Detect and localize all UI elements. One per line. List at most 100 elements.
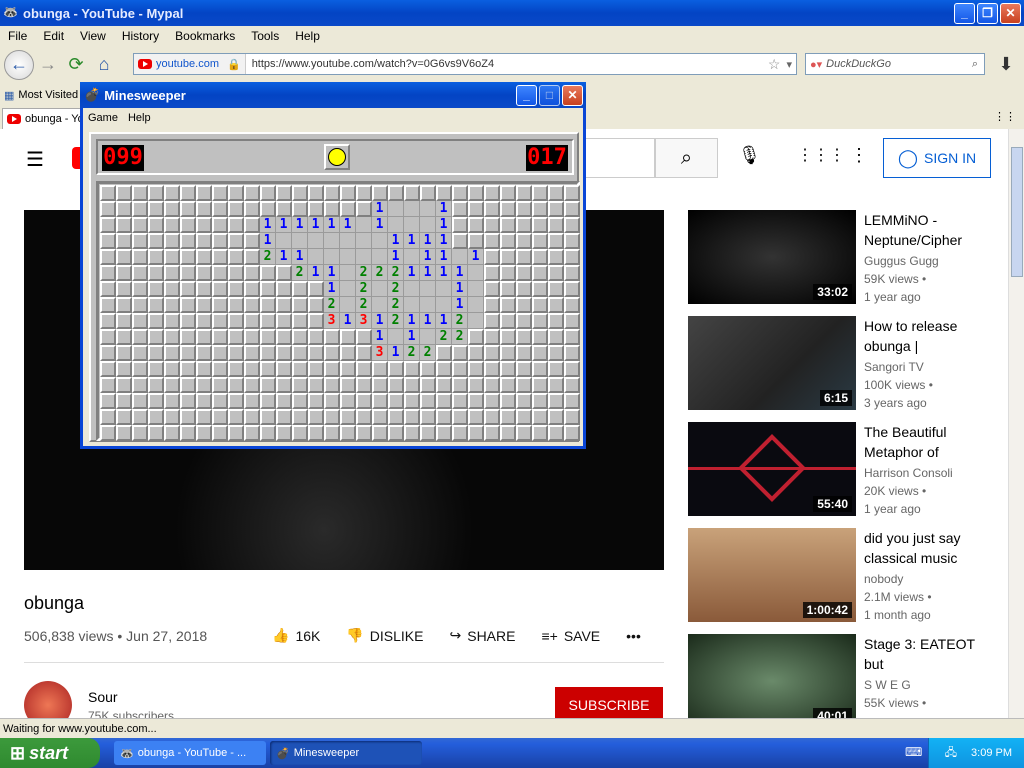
hidden-cell[interactable] — [212, 249, 228, 265]
hidden-cell[interactable] — [100, 361, 116, 377]
hidden-cell[interactable] — [308, 361, 324, 377]
hidden-cell[interactable] — [356, 201, 372, 217]
most-visited-bookmark[interactable]: Most Visited — [18, 89, 78, 101]
hidden-cell[interactable] — [244, 425, 260, 441]
hidden-cell[interactable] — [292, 297, 308, 313]
hidden-cell[interactable] — [116, 201, 132, 217]
hidden-cell[interactable] — [196, 233, 212, 249]
hidden-cell[interactable] — [132, 329, 148, 345]
revealed-cell[interactable] — [420, 297, 436, 313]
hidden-cell[interactable] — [548, 425, 564, 441]
hidden-cell[interactable] — [228, 233, 244, 249]
hidden-cell[interactable] — [388, 361, 404, 377]
revealed-cell[interactable]: 1 — [436, 233, 452, 249]
hidden-cell[interactable] — [180, 361, 196, 377]
video-thumbnail[interactable]: 33:02 — [688, 210, 856, 304]
hidden-cell[interactable] — [324, 329, 340, 345]
hidden-cell[interactable] — [148, 393, 164, 409]
hidden-cell[interactable] — [516, 329, 532, 345]
revealed-cell[interactable] — [420, 201, 436, 217]
search-box[interactable]: ●▾ DuckDuckGo ⌕ — [805, 53, 985, 75]
revealed-cell[interactable]: 1 — [276, 217, 292, 233]
hidden-cell[interactable] — [260, 201, 276, 217]
hidden-cell[interactable] — [212, 393, 228, 409]
hidden-cell[interactable] — [276, 297, 292, 313]
hidden-cell[interactable] — [532, 425, 548, 441]
hidden-cell[interactable] — [468, 185, 484, 201]
hidden-cell[interactable] — [228, 361, 244, 377]
hidden-cell[interactable] — [452, 361, 468, 377]
revealed-cell[interactable] — [340, 265, 356, 281]
hidden-cell[interactable] — [244, 217, 260, 233]
hidden-cell[interactable] — [308, 201, 324, 217]
hidden-cell[interactable] — [436, 425, 452, 441]
hidden-cell[interactable] — [340, 377, 356, 393]
hidden-cell[interactable] — [100, 393, 116, 409]
hidden-cell[interactable] — [564, 329, 580, 345]
hidden-cell[interactable] — [324, 345, 340, 361]
page-scrollbar[interactable] — [1008, 129, 1024, 718]
hidden-cell[interactable] — [132, 297, 148, 313]
hidden-cell[interactable] — [452, 425, 468, 441]
hidden-cell[interactable] — [356, 361, 372, 377]
revealed-cell[interactable]: 1 — [372, 201, 388, 217]
hidden-cell[interactable] — [228, 409, 244, 425]
rec-channel[interactable]: Sangori TV — [864, 360, 924, 374]
hidden-cell[interactable] — [308, 185, 324, 201]
revealed-cell[interactable] — [324, 233, 340, 249]
hidden-cell[interactable] — [308, 297, 324, 313]
hidden-cell[interactable] — [228, 265, 244, 281]
hidden-cell[interactable] — [100, 313, 116, 329]
hidden-cell[interactable] — [356, 345, 372, 361]
revealed-cell[interactable] — [292, 233, 308, 249]
hidden-cell[interactable] — [548, 249, 564, 265]
revealed-cell[interactable]: 1 — [404, 313, 420, 329]
url-text[interactable]: https://www.youtube.com/watch?v=0G6vs9V6… — [246, 58, 768, 70]
hidden-cell[interactable] — [260, 329, 276, 345]
hidden-cell[interactable] — [180, 233, 196, 249]
hidden-cell[interactable] — [132, 393, 148, 409]
video-thumbnail[interactable]: 55:40 — [688, 422, 856, 516]
hidden-cell[interactable] — [340, 409, 356, 425]
hidden-cell[interactable] — [292, 393, 308, 409]
hidden-cell[interactable] — [452, 377, 468, 393]
hidden-cell[interactable] — [372, 409, 388, 425]
hidden-cell[interactable] — [260, 297, 276, 313]
sign-in-button[interactable]: ◯ SIGN IN — [883, 138, 991, 178]
hidden-cell[interactable] — [100, 297, 116, 313]
network-icon[interactable]: 🖧 — [945, 744, 957, 763]
revealed-cell[interactable] — [404, 217, 420, 233]
hidden-cell[interactable] — [484, 281, 500, 297]
more-options-icon[interactable]: ⋮ — [850, 145, 868, 166]
hidden-cell[interactable] — [500, 185, 516, 201]
hidden-cell[interactable] — [260, 345, 276, 361]
hidden-cell[interactable] — [164, 281, 180, 297]
hidden-cell[interactable] — [244, 201, 260, 217]
hidden-cell[interactable] — [164, 345, 180, 361]
revealed-cell[interactable]: 1 — [292, 217, 308, 233]
restore-button[interactable]: ❐ — [977, 2, 998, 24]
rec-channel[interactable]: Guggus Gugg — [864, 254, 939, 268]
hidden-cell[interactable] — [500, 281, 516, 297]
revealed-cell[interactable]: 2 — [452, 329, 468, 345]
hidden-cell[interactable] — [500, 265, 516, 281]
hidden-cell[interactable] — [196, 345, 212, 361]
revealed-cell[interactable]: 3 — [356, 313, 372, 329]
hidden-cell[interactable] — [516, 201, 532, 217]
hidden-cell[interactable] — [516, 361, 532, 377]
hidden-cell[interactable] — [484, 361, 500, 377]
revealed-cell[interactable] — [404, 201, 420, 217]
subscribe-button[interactable]: SUBSCRIBE — [555, 687, 663, 718]
revealed-cell[interactable]: 1 — [324, 265, 340, 281]
hidden-cell[interactable] — [468, 425, 484, 441]
hidden-cell[interactable] — [276, 345, 292, 361]
hidden-cell[interactable] — [292, 361, 308, 377]
hidden-cell[interactable] — [116, 281, 132, 297]
revealed-cell[interactable] — [388, 329, 404, 345]
hidden-cell[interactable] — [148, 217, 164, 233]
hidden-cell[interactable] — [516, 425, 532, 441]
menu-tools[interactable]: Tools — [243, 29, 287, 43]
menu-history[interactable]: History — [114, 29, 167, 43]
revealed-cell[interactable]: 1 — [468, 249, 484, 265]
revealed-cell[interactable] — [356, 217, 372, 233]
